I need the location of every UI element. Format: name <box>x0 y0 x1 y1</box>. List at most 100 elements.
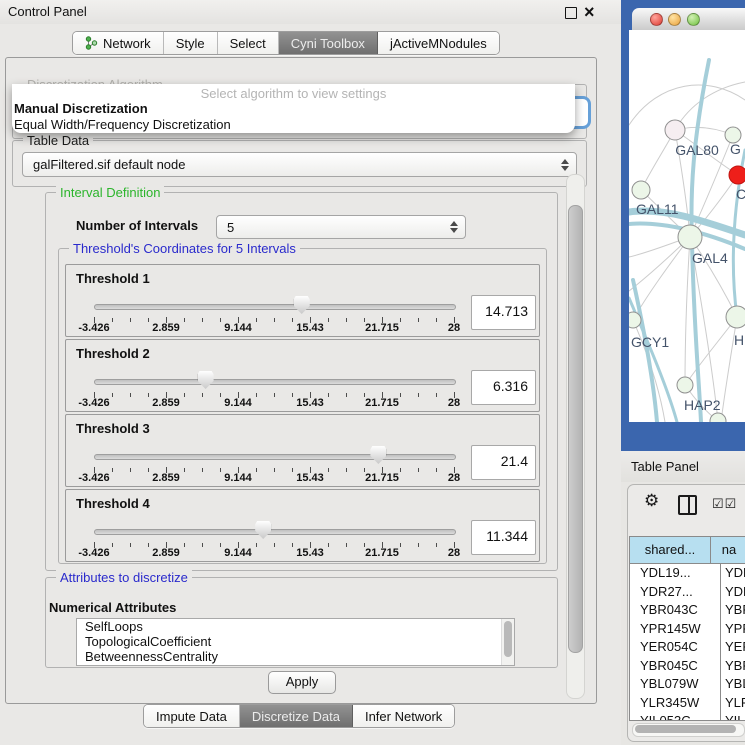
slider-thumb[interactable] <box>294 296 310 314</box>
network-canvas[interactable]: GAL80GCGAL11GAL4GCY1HHAP2 <box>629 30 745 422</box>
scrollbar-thumb[interactable] <box>635 725 736 733</box>
slider-track <box>94 379 456 385</box>
table-cell[interactable]: YBR0 <box>721 601 745 620</box>
bottom-tab-impute-data[interactable]: Impute Data <box>144 705 240 727</box>
table-cell[interactable]: YBR043C <box>630 601 721 620</box>
threshold-slider[interactable] <box>94 371 454 391</box>
numerical-attributes-label: Numerical Attributes <box>49 600 176 615</box>
threshold-value-field[interactable]: 14.713 <box>471 295 536 330</box>
threshold-slider[interactable] <box>94 296 454 316</box>
network-node-c[interactable] <box>729 166 745 184</box>
tab-jactivemnodules-label: jActiveMNodules <box>390 36 487 51</box>
threshold-value-field[interactable]: 11.344 <box>471 520 536 555</box>
network-node[interactable] <box>710 413 726 422</box>
close-traffic-light[interactable] <box>650 13 663 26</box>
table-cell[interactable]: YDR27... <box>630 583 721 602</box>
tab-jactivemnodules[interactable]: jActiveMNodules <box>378 32 499 54</box>
table-cell[interactable]: YER054C <box>630 638 721 657</box>
tab-style[interactable]: Style <box>164 32 218 54</box>
table-row[interactable]: YBR045CYBR0 <box>630 657 745 676</box>
table-cell[interactable]: YBR0 <box>721 657 745 676</box>
network-node-gal4[interactable] <box>678 225 702 249</box>
apply-button[interactable]: Apply <box>268 671 336 694</box>
table-panel-container: ⚙ ☑☑ shared...naYDL19...YDL1YDR27...YDR2… <box>627 484 745 742</box>
table-cell[interactable]: YBL079W <box>630 675 721 694</box>
table-cell[interactable]: YBL0 <box>721 675 745 694</box>
tab-cyni-toolbox[interactable]: Cyni Toolbox <box>279 32 378 54</box>
table-cell[interactable]: YDL1 <box>721 564 745 583</box>
minimize-traffic-light[interactable] <box>668 13 681 26</box>
network-node-h[interactable] <box>726 306 745 328</box>
column-header-name[interactable]: na <box>711 537 745 563</box>
table-data-combobox[interactable]: galFiltered.sif default node <box>22 152 577 177</box>
table-row[interactable]: YBL079WYBL0 <box>630 675 745 694</box>
network-node-gal11[interactable] <box>632 181 650 199</box>
table-cell[interactable]: YLR345W <box>630 694 721 713</box>
table-cell[interactable]: YIL0 <box>721 712 745 720</box>
dropdown-option-manual-discretization[interactable]: Manual Discretization <box>12 101 575 117</box>
number-of-intervals-combobox[interactable]: 5 <box>216 215 466 239</box>
tab-select[interactable]: Select <box>218 32 279 54</box>
tab-network[interactable]: Network <box>73 32 164 54</box>
table-row[interactable]: YDL19...YDL1 <box>630 564 745 583</box>
table-cell[interactable]: YLR3 <box>721 694 745 713</box>
list-item-selfloops[interactable]: SelfLoops <box>77 619 514 634</box>
list-item-betweennesscentrality[interactable]: BetweennessCentrality <box>77 649 514 664</box>
panel-vertical-scrollbar[interactable] <box>566 174 585 699</box>
table-row[interactable]: YLR345WYLR3 <box>630 694 745 713</box>
dropdown-placeholder: Select algorithm to view settings <box>12 84 575 101</box>
threshold-panel-1: Threshold 1-3.4262.8599.14415.4321.71528… <box>65 264 540 337</box>
network-window-titlebar[interactable] <box>632 8 745 31</box>
table-cell[interactable]: YDR2 <box>721 583 745 602</box>
network-node-gal80[interactable] <box>665 120 685 140</box>
table-row[interactable]: YBR043CYBR0 <box>630 601 745 620</box>
table-cell[interactable]: YDL19... <box>630 564 721 583</box>
table-cell[interactable]: YER0 <box>721 638 745 657</box>
network-graph[interactable]: GAL80GCGAL11GAL4GCY1HHAP2 <box>629 30 745 422</box>
close-icon[interactable]: × <box>584 0 595 24</box>
network-node-gcy1[interactable] <box>629 312 641 328</box>
dropdown-option-equal-width-frequency[interactable]: Equal Width/Frequency Discretization <box>12 117 575 133</box>
thresholds-group-title: Threshold's Coordinates for 5 Intervals <box>69 241 300 256</box>
table-cell[interactable]: YPR1 <box>721 620 745 639</box>
slider-thumb[interactable] <box>255 521 271 539</box>
threshold-value-field[interactable]: 21.4 <box>471 445 536 480</box>
table-row[interactable]: YER054CYER0 <box>630 638 745 657</box>
list-scrollbar[interactable] <box>501 619 514 665</box>
list-item-topologicalcoefficient[interactable]: TopologicalCoefficient <box>77 634 514 649</box>
threshold-value-field[interactable]: 6.316 <box>471 370 536 405</box>
network-node-hap2[interactable] <box>677 377 693 393</box>
float-window-icon[interactable] <box>565 7 577 19</box>
table-cell[interactable]: YBR045C <box>630 657 721 676</box>
slider-thumb[interactable] <box>198 371 214 389</box>
table-cell[interactable]: YIL053C <box>630 712 721 720</box>
threshold-slider[interactable] <box>94 521 454 541</box>
attributes-to-discretize-group: Attributes to discretize Numerical Attri… <box>45 577 558 668</box>
slider-thumb[interactable] <box>370 446 386 464</box>
threshold-label: Threshold 4 <box>76 496 150 511</box>
table-horizontal-scrollbar[interactable] <box>632 723 745 737</box>
table-cell[interactable]: YPR145W <box>630 620 721 639</box>
node-attribute-table[interactable]: shared...naYDL19...YDL1YDR27...YDR2YBR04… <box>629 536 745 721</box>
slider-track <box>94 454 456 460</box>
scrollbar-thumb[interactable] <box>504 621 512 657</box>
column-header-shared-name[interactable]: shared... <box>630 537 711 563</box>
table-row[interactable]: YPR145WYPR1 <box>630 620 745 639</box>
panel-title: Control Panel <box>8 4 87 19</box>
table-row[interactable]: YDR27...YDR2 <box>630 583 745 602</box>
scrollbar-thumb[interactable] <box>568 205 583 653</box>
columns-icon[interactable] <box>678 495 697 515</box>
table-row-partial[interactable]: YIL053CYIL0 <box>630 712 745 720</box>
zoom-traffic-light[interactable] <box>687 13 700 26</box>
tick-label: 28 <box>448 547 460 559</box>
tick-label: 9.144 <box>224 322 252 334</box>
network-edge <box>685 237 690 385</box>
numerical-attributes-list[interactable]: SelfLoopsTopologicalCoefficientBetweenne… <box>76 618 515 666</box>
threshold-slider[interactable] <box>94 446 454 466</box>
select-columns-checkboxes-icon[interactable]: ☑☑ <box>712 496 737 512</box>
slider-tick-labels: -3.4262.8599.14415.4321.71528 <box>94 322 454 335</box>
bottom-tab-discretize-data[interactable]: Discretize Data <box>240 705 353 727</box>
table-settings-gear-icon[interactable]: ⚙ <box>644 491 659 511</box>
slider-tick-labels: -3.4262.8599.14415.4321.71528 <box>94 547 454 560</box>
bottom-tab-infer-network[interactable]: Infer Network <box>353 705 454 727</box>
